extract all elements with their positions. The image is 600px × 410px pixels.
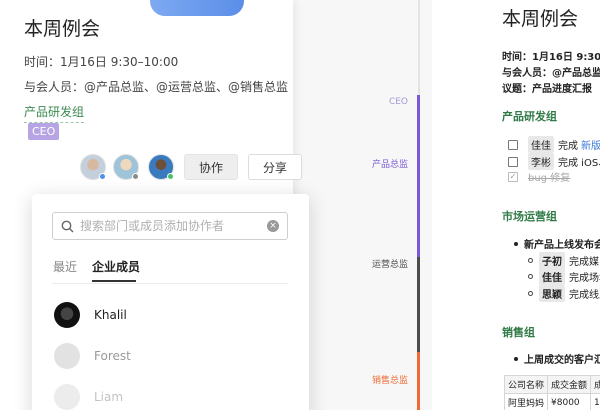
table-row: 阿里妈妈 ¥8000 12-: [503, 393, 600, 410]
search-box[interactable]: ×: [52, 212, 288, 240]
timeline-label-ceo: CEO: [388, 97, 408, 107]
checkbox[interactable]: [508, 139, 518, 150]
status-dot: [132, 173, 139, 180]
section-heading-marketing: 市场运营组: [502, 210, 557, 223]
timeline-label-sales: 销售总监: [371, 376, 408, 386]
table-cell: 阿里妈妈: [503, 393, 549, 410]
add-collaborator-popup: × 最近 企业成员 Khalil Forest Liam: [32, 194, 309, 410]
tab-recent[interactable]: 最近: [53, 258, 77, 275]
table-cell: 12-: [590, 393, 600, 410]
bullet-icon: [528, 291, 533, 296]
sales-table: 公司名称 成交金额 成交 阿里妈妈 ¥8000 12-: [503, 375, 600, 410]
avatar[interactable]: [113, 154, 139, 180]
timeline-label-product: 产品总监: [371, 160, 408, 170]
bullet-icon: [528, 258, 533, 263]
timeline-segment-sales: [417, 352, 420, 410]
ceo-badge: CEO: [28, 123, 60, 140]
list-item[interactable]: Liam: [54, 384, 123, 410]
clear-icon[interactable]: ×: [267, 220, 279, 232]
table-header-cell: 公司名称: [503, 375, 549, 394]
doc-link[interactable]: 新版官: [581, 137, 600, 152]
timeline-segment-ops: [417, 257, 420, 352]
checkbox[interactable]: [508, 156, 518, 167]
bullet-icon: [514, 356, 518, 361]
checkbox-checked[interactable]: ✓: [508, 171, 518, 182]
avatar: [54, 343, 80, 369]
list-item: 新产品上线发布会: [514, 236, 600, 251]
mention-chip: 思颖: [539, 285, 565, 302]
avatar: [54, 384, 80, 410]
table-header-cell: 成交: [590, 375, 600, 394]
group-tag-product[interactable]: 产品研发组: [24, 103, 85, 123]
todo-item[interactable]: 李彬 完成 iOS、: [508, 153, 600, 170]
timeline-segment-product: [417, 95, 420, 257]
mention-chip: 佳佳: [539, 268, 565, 285]
bullet-icon: [528, 274, 533, 279]
todo-item-done[interactable]: ✓ bug 修复: [508, 169, 570, 184]
mention-chip: 李彬: [528, 153, 554, 170]
list-item: 思颖 完成线上: [528, 285, 600, 302]
section-heading-sales: 销售组: [502, 326, 535, 339]
todo-item[interactable]: 佳佳 完成 新版官: [508, 136, 600, 153]
preview-agenda: 议题：产品进度汇报: [502, 84, 592, 95]
meeting-time: 时间：1月16日 9:30–10:00: [24, 55, 179, 69]
meeting-attendees: 与会人员：@产品总监、@运营总监、@销售总监: [24, 80, 289, 94]
member-name: Liam: [94, 390, 124, 404]
table-header-row: 公司名称 成交金额 成交: [503, 375, 600, 394]
avatar[interactable]: [80, 154, 106, 180]
list-item: 子初 完成媒: [528, 252, 599, 269]
list-item[interactable]: Forest: [54, 343, 131, 369]
table-header-cell: 成交金额: [547, 375, 592, 394]
tab-company-members[interactable]: 企业成员: [92, 258, 140, 275]
role-timeline: CEO 产品总监 运营总监 销售总监: [293, 0, 420, 410]
collab-button[interactable]: 协作: [184, 154, 238, 180]
search-input[interactable]: [80, 219, 250, 233]
preview-attendees: 与会人员：@产品总监: [502, 68, 600, 79]
status-dot: [99, 173, 106, 180]
list-item: 佳佳 完成场地: [528, 268, 600, 285]
page-title: 本周例会: [24, 18, 101, 40]
search-icon: [61, 220, 74, 232]
preview-time: 时间：1月16日 9:30–10:00: [502, 52, 600, 63]
avatar: [54, 302, 80, 328]
section-heading-product: 产品研发组: [502, 110, 557, 123]
table-cell: ¥8000: [547, 393, 592, 410]
active-tab-indicator: [92, 280, 136, 282]
divider: [52, 283, 288, 284]
list-item[interactable]: Khalil: [54, 302, 127, 328]
mention-chip: 子初: [539, 252, 565, 269]
status-dot: [167, 173, 174, 180]
mention-chip: 佳佳: [528, 136, 554, 153]
list-item: 上周成交的客户汇: [514, 351, 600, 366]
bullet-icon: [514, 241, 518, 246]
preview-title: 本周例会: [502, 8, 579, 30]
avatar[interactable]: [148, 154, 174, 180]
member-name: Forest: [94, 349, 131, 363]
primary-action-pill[interactable]: [150, 0, 244, 16]
timeline-label-ops: 运营总监: [371, 260, 408, 270]
document-preview: 本周例会 时间：1月16日 9:30–10:00 与会人员：@产品总监 议题：产…: [432, 0, 600, 410]
member-name: Khalil: [94, 308, 127, 322]
